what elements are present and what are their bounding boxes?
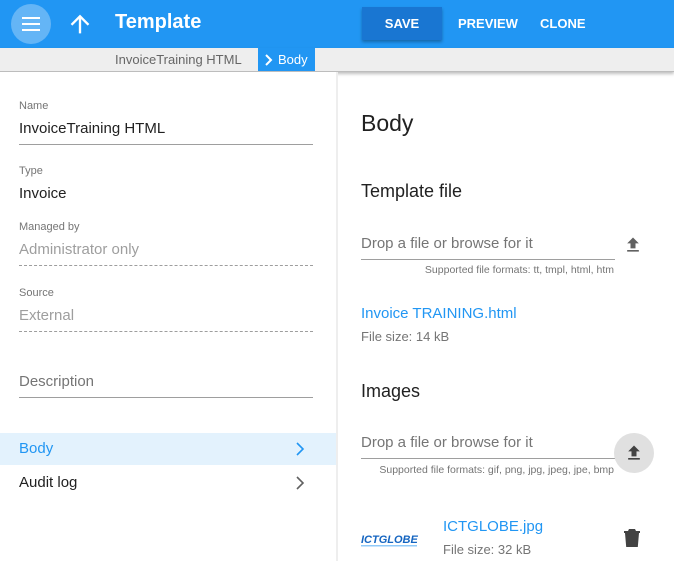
- template-file-underline: [361, 259, 615, 260]
- name-underline: [19, 144, 313, 145]
- image-file-link[interactable]: ICTGLOBE.jpg: [443, 518, 543, 535]
- upload-icon: [628, 445, 640, 460]
- description-field[interactable]: Description: [19, 373, 94, 390]
- images-formats-hint: Supported file formats: gif, png, jpg, j…: [379, 464, 614, 476]
- trash-icon[interactable]: [624, 528, 640, 548]
- breadcrumb-current-label: Body: [278, 52, 308, 67]
- svg-text:ICTGLOBE: ICTGLOBE: [361, 534, 418, 546]
- template-file-size: File size: 14 kB: [361, 329, 450, 344]
- images-dropzone[interactable]: Drop a file or browse for it: [361, 434, 533, 451]
- hamburger-menu-icon[interactable]: [11, 4, 51, 44]
- images-upload-button[interactable]: [614, 433, 654, 473]
- clone-button[interactable]: CLONE: [540, 16, 586, 31]
- nav-item-audit-log[interactable]: Audit log: [0, 467, 336, 499]
- breadcrumb: InvoiceTraining HTML Body: [0, 48, 674, 72]
- source-label: Source: [19, 287, 54, 299]
- image-file-size: File size: 32 kB: [443, 542, 532, 557]
- template-file-formats-hint: Supported file formats: tt, tmpl, html, …: [424, 264, 614, 276]
- name-label: Name: [19, 100, 49, 112]
- upload-icon[interactable]: [623, 235, 643, 255]
- page-title: Template: [115, 11, 202, 33]
- chevron-right-icon: [296, 476, 305, 490]
- type-value: Invoice: [19, 185, 67, 202]
- source-underline: [19, 331, 313, 332]
- template-file-dropzone[interactable]: Drop a file or browse for it: [361, 235, 533, 252]
- details-panel: Name InvoiceTraining HTML Type Invoice M…: [0, 72, 336, 561]
- body-title: Body: [361, 110, 414, 136]
- managed-by-value: Administrator only: [19, 241, 140, 258]
- nav-item-label: Audit log: [19, 474, 78, 491]
- ictglobe-logo-thumbnail[interactable]: ICTGLOBE: [361, 529, 419, 549]
- arrow-up-icon[interactable]: [66, 10, 94, 38]
- template-file-link[interactable]: Invoice TRAINING.html: [361, 305, 517, 322]
- name-field[interactable]: InvoiceTraining HTML: [19, 120, 165, 137]
- managed-by-underline: [19, 265, 313, 266]
- description-underline: [19, 397, 313, 398]
- type-label: Type: [19, 165, 43, 177]
- chevron-right-icon: [296, 442, 305, 456]
- save-button[interactable]: SAVE: [362, 7, 442, 40]
- template-file-heading: Template file: [361, 181, 463, 201]
- breadcrumb-parent[interactable]: InvoiceTraining HTML: [115, 52, 242, 67]
- preview-button[interactable]: PREVIEW: [458, 16, 518, 31]
- nav-item-body[interactable]: Body: [0, 433, 336, 465]
- managed-by-label: Managed by: [19, 221, 80, 233]
- images-underline: [361, 458, 615, 459]
- breadcrumb-current[interactable]: Body: [258, 48, 315, 71]
- top-app-bar: Template SAVE PREVIEW CLONE: [0, 0, 674, 48]
- nav-item-label: Body: [19, 440, 54, 457]
- chevron-right-icon: [265, 53, 273, 66]
- images-heading: Images: [361, 381, 421, 401]
- source-value: External: [19, 307, 75, 324]
- body-panel: Body Template file Drop a file or browse…: [338, 72, 674, 561]
